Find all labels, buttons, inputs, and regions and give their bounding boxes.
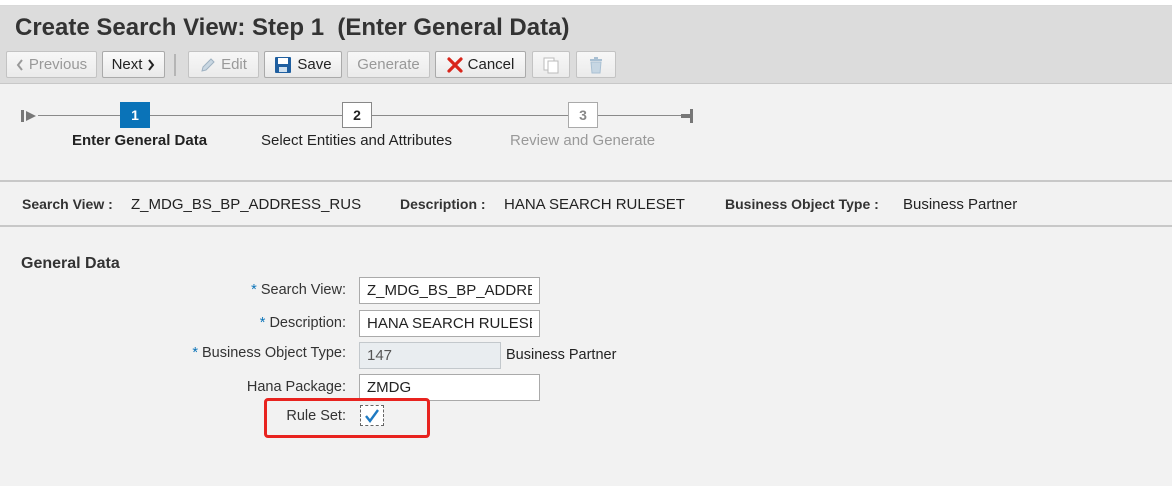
roadmap-line xyxy=(38,115,120,116)
roadmap-line xyxy=(598,115,682,116)
required-marker: * xyxy=(192,345,198,361)
step-2-number[interactable]: 2 xyxy=(342,102,372,128)
edit-label: Edit xyxy=(221,56,247,73)
required-marker: * xyxy=(251,282,257,298)
info-description-label: Description : xyxy=(400,196,486,212)
copy-icon xyxy=(542,56,560,74)
roadmap-end-icon xyxy=(681,109,695,123)
edit-button[interactable]: Edit xyxy=(188,51,259,78)
page-header: Create Search View: Step 1 (Enter Genera… xyxy=(0,6,1172,84)
search-view-info-bar: Search View : Z_MDG_BS_BP_ADDRESS_RUS De… xyxy=(0,182,1172,226)
rule-set-highlight-box xyxy=(264,398,430,438)
description-label-text: Description: xyxy=(269,315,346,331)
general-data-title: General Data xyxy=(21,255,120,272)
generate-button[interactable]: Generate xyxy=(347,51,430,78)
description-input[interactable] xyxy=(359,310,540,337)
cancel-button[interactable]: Cancel xyxy=(435,51,526,78)
bo-type-description: Business Partner xyxy=(506,347,617,363)
search-view-field-label: * Search View: xyxy=(251,282,346,298)
page-title: Create Search View: Step 1 (Enter Genera… xyxy=(15,14,570,41)
info-search-view-label: Search View : xyxy=(22,196,113,212)
bo-type-label-text: Business Object Type: xyxy=(201,345,346,361)
step-1-label[interactable]: Enter General Data xyxy=(72,132,207,149)
trash-icon xyxy=(587,56,605,74)
bo-type-field-label: * Business Object Type: xyxy=(192,345,346,361)
info-bo-type-value: Business Partner xyxy=(903,196,1018,213)
info-search-view-value: Z_MDG_BS_BP_ADDRESS_RUS xyxy=(131,196,362,213)
floppy-disk-icon xyxy=(274,56,292,74)
roadmap-line xyxy=(372,115,568,116)
hana-package-input[interactable] xyxy=(359,374,540,401)
bo-type-input xyxy=(359,342,501,369)
next-label: Next xyxy=(111,56,143,73)
previous-button[interactable]: Previous xyxy=(6,51,97,78)
toolbar-separator xyxy=(174,54,176,76)
save-label: Save xyxy=(297,56,332,73)
step-2-label[interactable]: Select Entities and Attributes xyxy=(261,132,452,149)
next-button[interactable]: Next xyxy=(102,51,165,78)
info-description-value: HANA SEARCH RULESET xyxy=(504,196,685,213)
step-3-number[interactable]: 3 xyxy=(568,102,598,128)
copy-button[interactable] xyxy=(532,51,570,78)
cancel-label: Cancel xyxy=(467,56,515,73)
chevron-left-icon xyxy=(16,58,24,71)
previous-label: Previous xyxy=(28,56,88,73)
step-3-label[interactable]: Review and Generate xyxy=(510,132,655,149)
search-view-label-text: Search View: xyxy=(260,282,346,298)
hana-package-field-label: Hana Package: xyxy=(247,379,346,395)
hana-package-label-text: Hana Package: xyxy=(246,379,346,395)
generate-label: Generate xyxy=(357,56,420,73)
info-bo-type-label: Business Object Type : xyxy=(725,196,879,212)
divider xyxy=(0,225,1172,227)
required-marker: * xyxy=(259,315,266,331)
chevron-right-icon xyxy=(147,58,155,71)
close-icon xyxy=(447,56,463,73)
roadmap-line xyxy=(150,115,342,116)
search-view-input[interactable] xyxy=(359,277,540,304)
delete-button[interactable] xyxy=(576,51,616,78)
description-field-label: * Description: xyxy=(260,315,346,331)
roadmap: 1 2 3 Enter General Data Select Entities… xyxy=(0,85,1172,177)
step-1-number[interactable]: 1 xyxy=(120,102,150,128)
pencil-icon xyxy=(200,57,216,73)
save-button[interactable]: Save xyxy=(264,51,342,78)
roadmap-start-icon xyxy=(21,109,37,123)
